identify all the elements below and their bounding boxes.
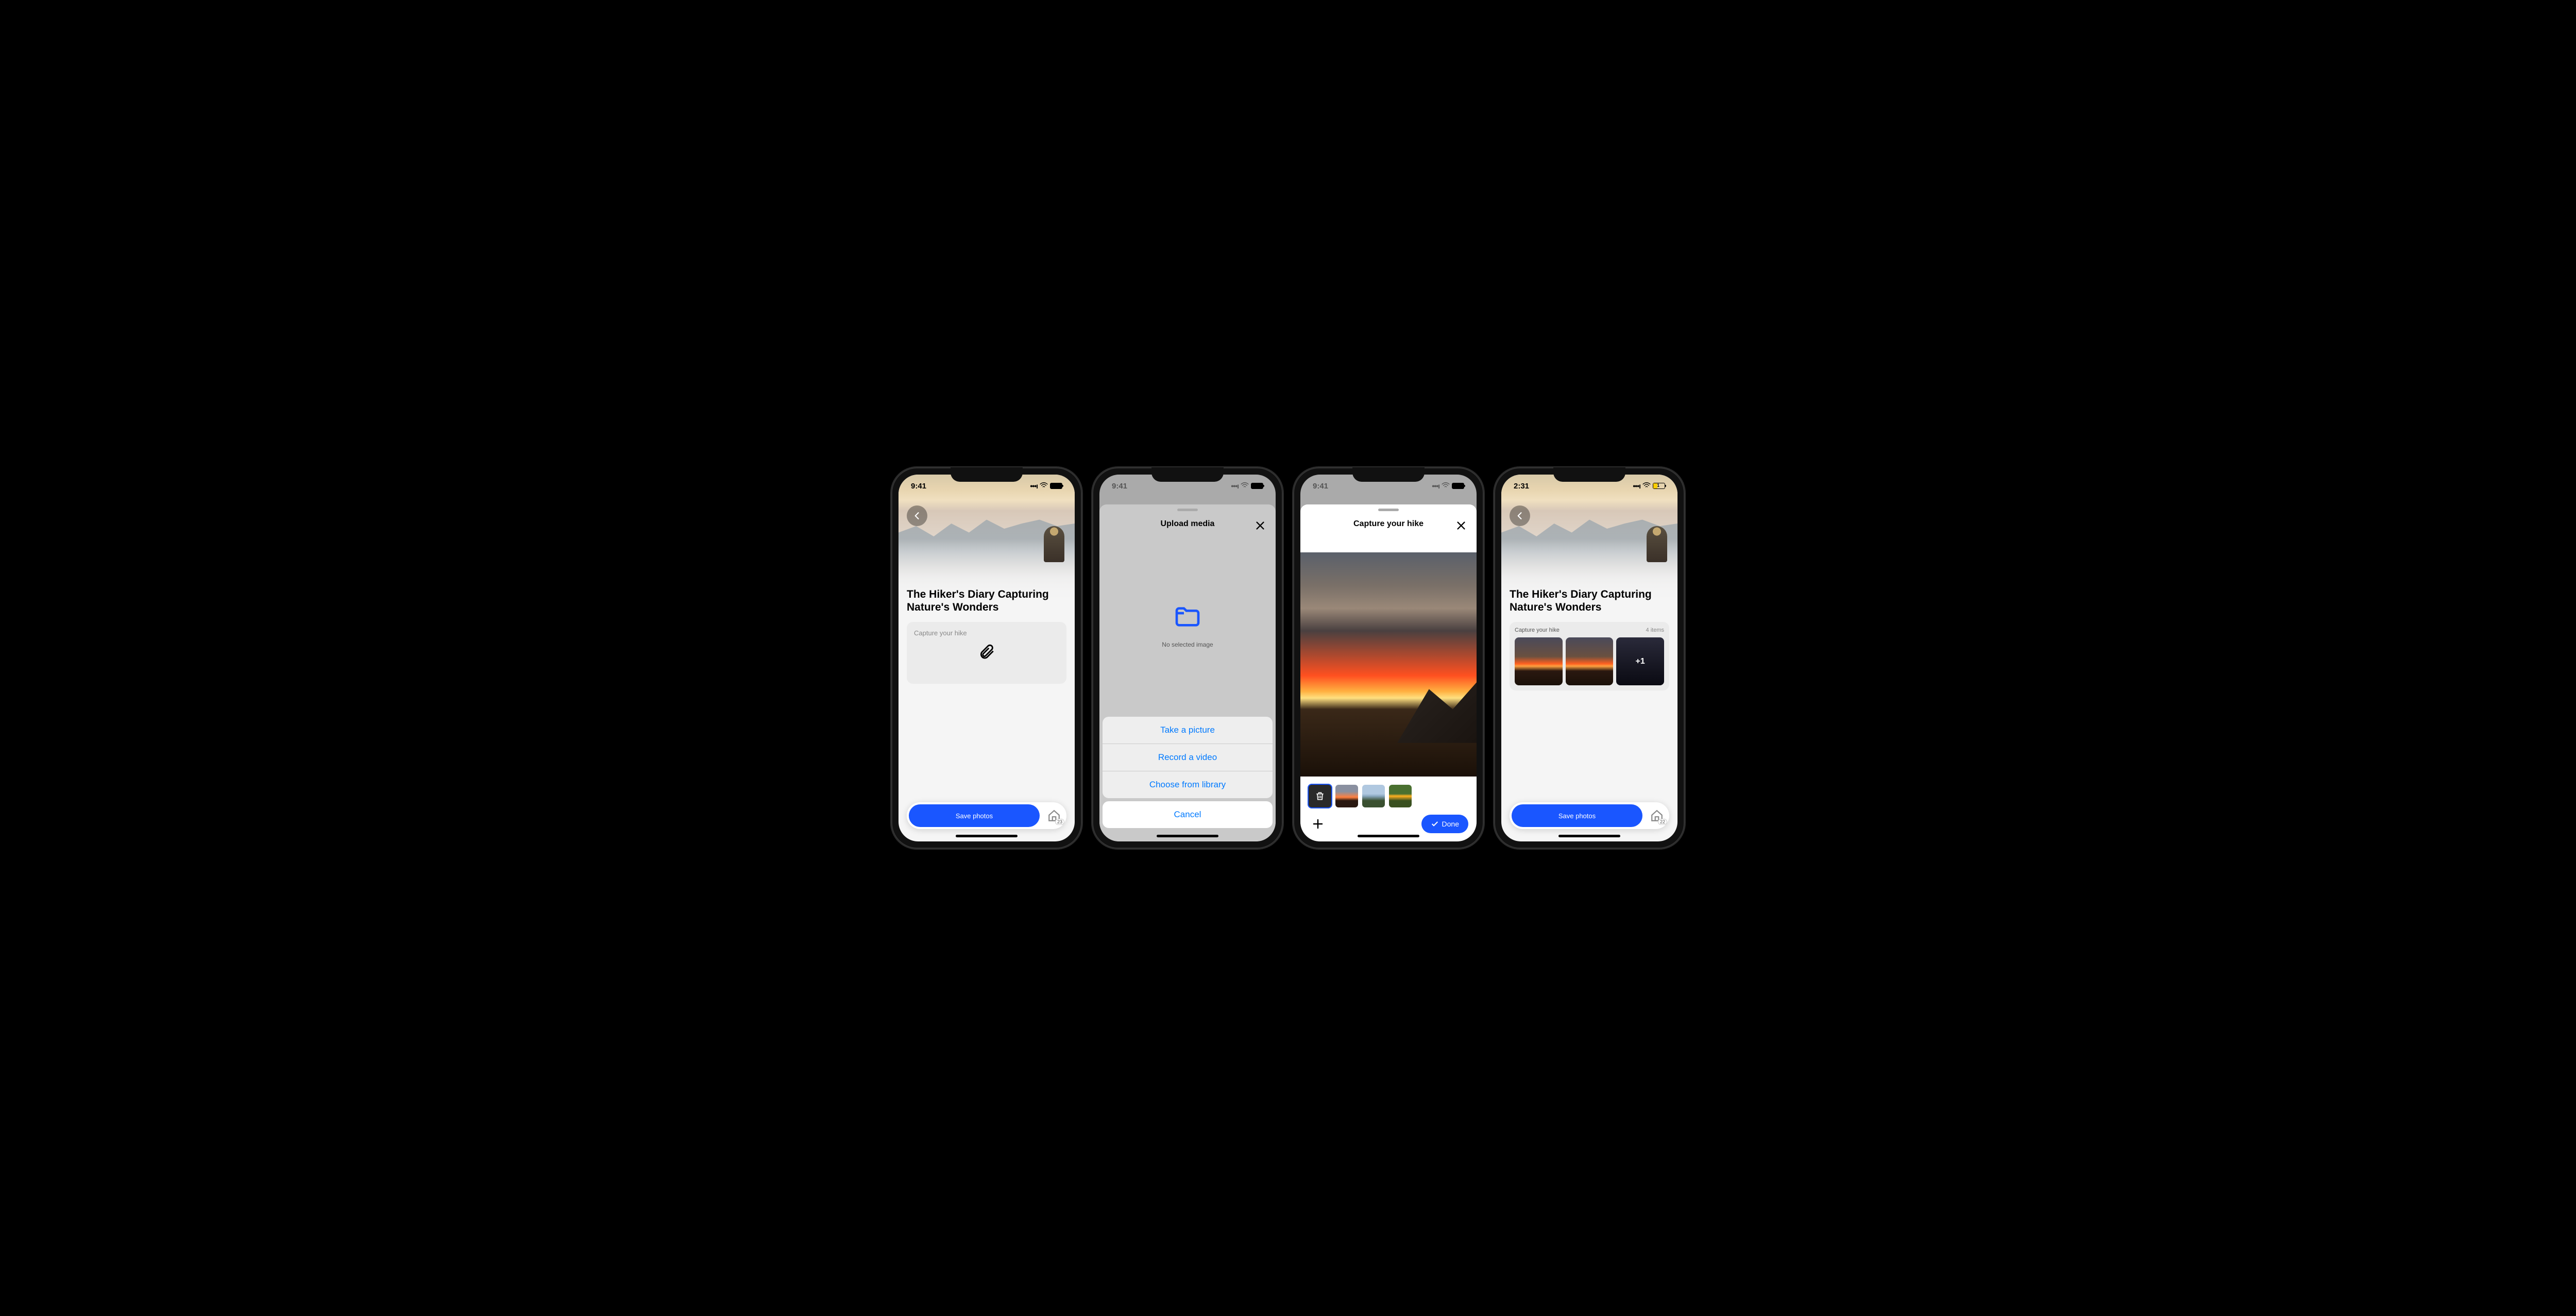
take-picture-option[interactable]: Take a picture (1103, 717, 1273, 744)
status-time: 9:41 (911, 482, 926, 491)
sheet-header: Capture your hike (1300, 515, 1477, 537)
notch (1352, 467, 1425, 482)
check-icon (1431, 820, 1439, 828)
back-button[interactable] (907, 505, 927, 526)
gallery-thumb[interactable] (1515, 637, 1563, 685)
notch (1151, 467, 1224, 482)
save-photos-button[interactable]: Save photos (1512, 804, 1642, 827)
upload-sheet: Upload media No selected image Take a pi… (1099, 504, 1276, 841)
back-button[interactable] (1510, 505, 1530, 526)
trash-icon (1315, 791, 1325, 801)
upload-label: Capture your hike (914, 629, 967, 637)
battery-icon (1251, 483, 1263, 489)
thumbnail-strip (1309, 785, 1468, 807)
cancel-button[interactable]: Cancel (1103, 801, 1273, 828)
page-title: The Hiker's Diary Capturing Nature's Won… (907, 588, 1066, 614)
sheet-title: Capture your hike (1353, 519, 1423, 529)
home-button[interactable]: 23 (1044, 805, 1064, 826)
status-indicators (1432, 482, 1464, 491)
bottom-bar: Save photos 22 (1510, 802, 1669, 829)
close-button[interactable] (1454, 518, 1468, 533)
notch (1553, 467, 1625, 482)
status-time: 9:41 (1313, 482, 1328, 491)
add-photo-button[interactable] (1309, 815, 1327, 833)
capture-sheet: Capture your hike (1300, 504, 1477, 841)
status-indicators (1030, 482, 1062, 491)
screen: 9:41 Capture your hike (1300, 475, 1477, 841)
home-indicator[interactable] (1157, 835, 1218, 837)
capture-actions: Done (1309, 815, 1468, 833)
choose-library-option[interactable]: Choose from library (1103, 771, 1273, 798)
record-video-option[interactable]: Record a video (1103, 744, 1273, 771)
signal-icon (1633, 482, 1640, 491)
done-label: Done (1442, 820, 1459, 828)
phone-mockup-2: 9:41 Upload media No selected image (1092, 467, 1283, 849)
status-time: 2:31 (1514, 482, 1529, 491)
battery-icon-low: 31 (1653, 483, 1665, 489)
status-indicators: 31 (1633, 482, 1665, 491)
home-indicator[interactable] (1558, 835, 1620, 837)
home-badge: 22 (1658, 819, 1667, 825)
sheet-body: No selected image (1099, 537, 1276, 714)
sheet-handle[interactable] (1177, 509, 1198, 511)
phone-mockup-1: 9:41 The Hiker's Diary Capturing Nature'… (891, 467, 1082, 849)
sheet-header: Upload media (1099, 515, 1276, 537)
photo-preview[interactable] (1300, 552, 1477, 777)
wifi-icon (1040, 482, 1048, 491)
screen: 9:41 Upload media No selected image (1099, 475, 1276, 841)
done-button[interactable]: Done (1421, 815, 1468, 833)
action-sheet: Take a picture Record a video Choose fro… (1103, 717, 1273, 838)
gallery-thumbs: +1 (1515, 637, 1664, 685)
page-title: The Hiker's Diary Capturing Nature's Won… (1510, 588, 1669, 614)
wifi-icon (1642, 482, 1651, 491)
sheet-handle[interactable] (1378, 509, 1399, 511)
battery-icon (1050, 483, 1062, 489)
home-indicator[interactable] (956, 835, 1018, 837)
gallery-label: Capture your hike (1515, 627, 1560, 633)
status-time: 9:41 (1112, 482, 1127, 491)
bottom-bar: Save photos 23 (907, 802, 1066, 829)
save-photos-button[interactable]: Save photos (909, 804, 1040, 827)
home-button[interactable]: 22 (1647, 805, 1667, 826)
screen: 9:41 The Hiker's Diary Capturing Nature'… (899, 475, 1075, 841)
wifi-icon (1241, 482, 1249, 491)
gallery-count: 4 items (1646, 627, 1664, 633)
signal-icon (1432, 482, 1439, 491)
no-selected-text: No selected image (1162, 641, 1213, 648)
close-button[interactable] (1253, 518, 1267, 533)
gallery-card[interactable]: Capture your hike 4 items +1 (1510, 622, 1669, 690)
capture-footer: Done (1300, 777, 1477, 841)
thumbnail-selected[interactable] (1309, 785, 1331, 807)
folder-icon (1173, 602, 1202, 634)
notch (951, 467, 1023, 482)
action-group: Take a picture Record a video Choose fro… (1103, 717, 1273, 798)
status-indicators (1231, 482, 1263, 491)
attachment-icon (978, 643, 995, 663)
wifi-icon (1442, 482, 1450, 491)
signal-icon (1231, 482, 1239, 491)
phone-mockup-4: 2:31 31 The Hiker's Diary Capturing Natu… (1494, 467, 1685, 849)
thumbnail-item[interactable] (1335, 785, 1358, 807)
gallery-thumb-overflow[interactable]: +1 (1616, 637, 1664, 685)
thumbnail-item[interactable] (1362, 785, 1385, 807)
battery-icon (1452, 483, 1464, 489)
gallery-header: Capture your hike 4 items (1515, 627, 1664, 633)
sheet-title: Upload media (1161, 519, 1215, 529)
phone-mockup-3: 9:41 Capture your hike (1293, 467, 1484, 849)
signal-icon (1030, 482, 1038, 491)
screen: 2:31 31 The Hiker's Diary Capturing Natu… (1501, 475, 1677, 841)
upload-card[interactable]: Capture your hike (907, 622, 1066, 684)
thumbnail-item[interactable] (1389, 785, 1412, 807)
home-badge: 23 (1055, 819, 1064, 825)
home-indicator[interactable] (1358, 835, 1419, 837)
gallery-thumb[interactable] (1566, 637, 1614, 685)
